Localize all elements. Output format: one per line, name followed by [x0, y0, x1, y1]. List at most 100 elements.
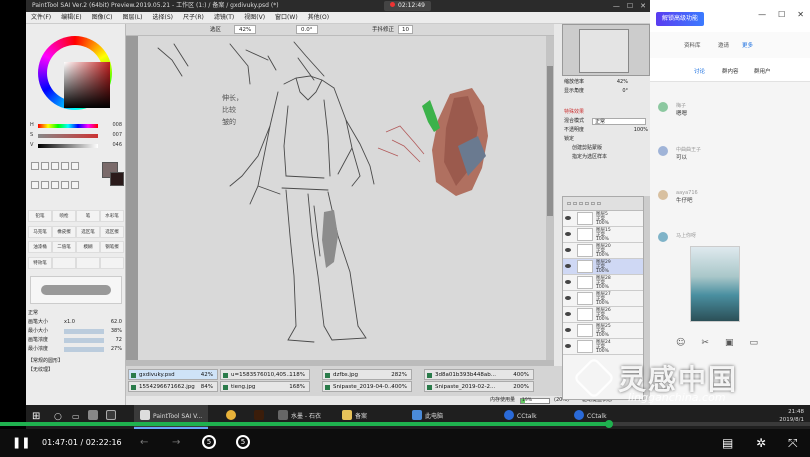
nav-angle-row[interactable]: 显示角度 0°: [562, 87, 650, 96]
brush-slot[interactable]: [76, 256, 100, 269]
text-icon[interactable]: [71, 162, 79, 170]
menu-item[interactable]: 尺子(R): [178, 12, 209, 23]
skip-back-icon[interactable]: 5: [202, 429, 216, 457]
scissors-icon[interactable]: ✂: [701, 338, 709, 356]
eye-icon[interactable]: [565, 312, 571, 316]
hue-bar[interactable]: [38, 124, 98, 128]
background-color-swatch[interactable]: [110, 172, 124, 186]
value-bar[interactable]: [38, 144, 98, 148]
avatar[interactable]: [658, 232, 668, 242]
angle-field[interactable]: 0.0°: [296, 25, 318, 34]
layer-row[interactable]: 图层27 正常 100%: [563, 291, 643, 307]
layer-toolbar[interactable]: ▫ ▫ ▫ ▫ ▫ ▫: [563, 197, 643, 211]
menu-item[interactable]: 文件(F): [26, 12, 56, 23]
zoom-icon[interactable]: [41, 181, 49, 189]
brush-slot[interactable]: 选区笔: [76, 225, 100, 238]
chat-maximize-icon[interactable]: ☐: [778, 10, 785, 19]
skip-forward-icon[interactable]: 5: [236, 429, 250, 457]
layer-row[interactable]: 图层24 正常 100%: [563, 339, 643, 355]
maximize-icon[interactable]: ☐: [627, 0, 633, 12]
opacity-row[interactable]: 不透明度 100%: [562, 126, 650, 135]
subtitles-icon[interactable]: ▤: [722, 429, 733, 457]
layer-row[interactable]: 图层28 正常 100%: [563, 275, 643, 291]
premium-banner[interactable]: 解锁高级功能: [656, 12, 704, 26]
avatar[interactable]: [658, 190, 668, 200]
close-icon[interactable]: ✕: [640, 0, 646, 12]
hue-slider[interactable]: H 008: [30, 122, 124, 130]
chat-close-icon[interactable]: ✕: [797, 10, 804, 19]
clip-row[interactable]: 创建剪贴蒙版: [562, 144, 650, 153]
fullscreen-icon[interactable]: ⤧: [788, 429, 798, 457]
layer-row[interactable]: 图层29 正常 100%: [563, 259, 643, 275]
brush-mode[interactable]: 正常: [28, 309, 124, 318]
tab-discussion[interactable]: 讨论: [694, 67, 705, 75]
saturation-value-square[interactable]: [64, 62, 110, 108]
chat-photo[interactable]: [690, 246, 740, 322]
brush-slot[interactable]: [100, 256, 124, 269]
chat-invite-link[interactable]: 邀请: [718, 41, 729, 49]
layer-row[interactable]: 图层15 正常 100%: [563, 227, 643, 243]
image-icon[interactable]: ▣: [725, 338, 734, 356]
layer-row[interactable]: 图层5 正常 100%: [563, 211, 643, 227]
canvas-scroll-thumb[interactable]: [547, 66, 553, 216]
menu-item[interactable]: 图像(C): [87, 12, 118, 23]
folder-icon[interactable]: ▭: [749, 338, 758, 356]
eye-icon[interactable]: [565, 216, 571, 220]
menu-item[interactable]: 图层(L): [118, 12, 148, 23]
document-tab[interactable]: dzfbs.jpg 282%: [322, 369, 412, 380]
nav-zoom-row[interactable]: 缩放倍率 42%: [562, 78, 650, 87]
density-row[interactable]: 画笔浓度 72: [28, 336, 124, 345]
eye-icon[interactable]: [565, 296, 571, 300]
brush-slot[interactable]: 笔: [76, 210, 100, 222]
document-tab[interactable]: 1554296671662.jpg 84%: [128, 381, 218, 392]
brush-slot[interactable]: 特效笔: [28, 256, 52, 269]
brush-slot[interactable]: 选区擦: [100, 225, 124, 238]
layer-row[interactable]: 图层20 正常 100%: [563, 243, 643, 259]
select-toggle[interactable]: 选区: [210, 24, 221, 36]
emoji-icon[interactable]: ☺: [676, 338, 685, 356]
chat-more-link[interactable]: 更多: [742, 41, 753, 49]
move-icon[interactable]: [31, 181, 39, 189]
tab-group-content[interactable]: 群内容: [722, 67, 739, 75]
transform-icon[interactable]: [71, 181, 79, 189]
min-size-bar[interactable]: [64, 329, 104, 334]
eye-icon[interactable]: [565, 344, 571, 348]
blend-select[interactable]: 正常: [592, 118, 646, 125]
navigator-panel[interactable]: [562, 24, 650, 76]
chat-library-link[interactable]: 资料库: [684, 41, 701, 49]
zoom-field[interactable]: 42%: [234, 25, 257, 34]
next-icon[interactable]: →: [172, 429, 180, 457]
min-density-bar[interactable]: [64, 347, 104, 352]
brush-shape-select[interactable]: 【常规的圆形】: [28, 357, 124, 366]
lasso-icon[interactable]: [41, 162, 49, 170]
saturation-slider[interactable]: S 007: [30, 132, 124, 140]
lock-row[interactable]: 锁定: [562, 135, 650, 144]
document-tab[interactable]: u=1583576010,405... 118%: [220, 369, 310, 380]
avatar[interactable]: [658, 102, 668, 112]
menu-item[interactable]: 其他(O): [303, 12, 334, 23]
layer-row[interactable]: 图层25 正常 100%: [563, 323, 643, 339]
chat-minimize-icon[interactable]: —: [758, 10, 766, 19]
brush-slot[interactable]: 马克笔: [28, 225, 52, 238]
brush-slot[interactable]: [52, 256, 76, 269]
eye-icon[interactable]: [565, 232, 571, 236]
tab-group-users[interactable]: 群用户: [754, 67, 771, 75]
menu-item[interactable]: 视图(V): [239, 12, 270, 23]
settings-gear-icon[interactable]: ✲: [756, 429, 766, 457]
drawing-canvas[interactable]: 伸长， 比较 皱的: [138, 36, 546, 360]
eyedropper-icon[interactable]: [61, 162, 69, 170]
brush-size-row[interactable]: 画笔大小 x1.0 62.0: [28, 318, 124, 327]
select-rect-icon[interactable]: [31, 162, 39, 170]
eye-icon[interactable]: [565, 280, 571, 284]
layer-row[interactable]: 图层26 正常 100%: [563, 307, 643, 323]
effect-row[interactable]: 特殊效果: [562, 108, 650, 117]
minimize-icon[interactable]: —: [613, 0, 620, 12]
hand-icon[interactable]: [61, 181, 69, 189]
eye-icon[interactable]: [565, 248, 571, 252]
brush-slot[interactable]: 油漆桶: [28, 241, 52, 253]
stabilizer-field[interactable]: 10: [398, 25, 413, 34]
brush-slot[interactable]: 铅笔: [28, 210, 52, 222]
avatar[interactable]: [658, 146, 668, 156]
menu-item[interactable]: 选择(S): [148, 12, 179, 23]
menu-item[interactable]: 编辑(E): [56, 12, 86, 23]
